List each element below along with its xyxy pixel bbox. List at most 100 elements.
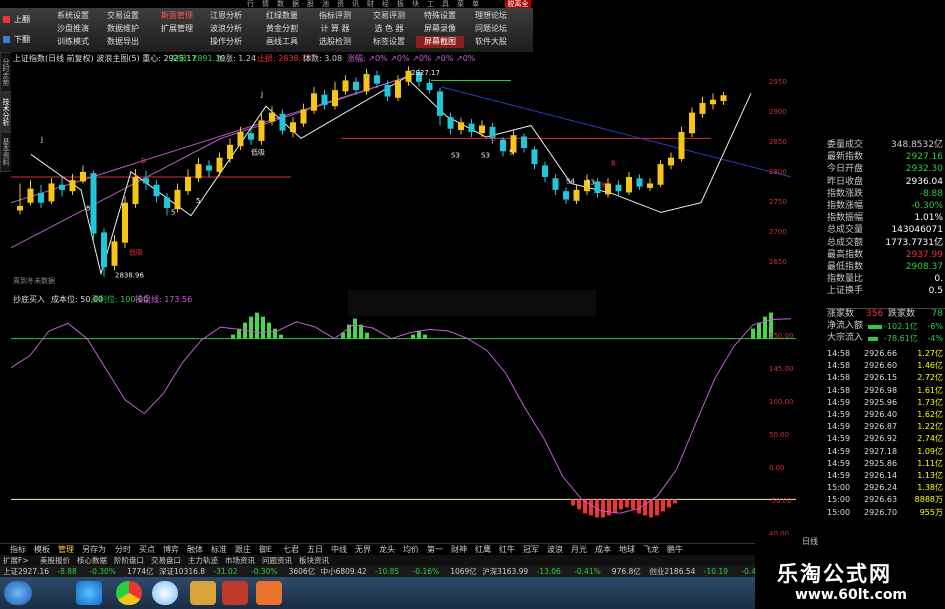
toolbar-button[interactable]: 交易评测 [365,10,413,22]
menu-item[interactable]: 股 [307,0,314,8]
indicator-tab[interactable]: 均价 [403,544,419,555]
toolbar-button[interactable]: 计 算 器 [310,23,360,35]
indicator-tab[interactable]: 买点 [139,544,155,555]
toolbar-button[interactable]: 指标评测 [310,10,360,22]
secondary-tab[interactable]: 市场资讯 [225,555,255,566]
secondary-tab[interactable]: 阶阶盘口 [114,555,144,566]
secondary-tab[interactable]: 交易盘口 [151,555,181,566]
itunes-icon[interactable] [152,581,178,605]
toolbar-button[interactable]: 屏幕截图 [416,36,464,48]
indicator-tab[interactable]: 七君 [283,544,299,555]
indicator-tab[interactable]: 模板 [34,544,50,555]
menu-item[interactable]: 块 [412,0,419,8]
toolbar-button[interactable]: 标签设置 [365,36,413,48]
page-up-button[interactable]: 上翻 [0,10,46,30]
indicator-tab[interactable]: 分时 [115,544,131,555]
toolbar-button[interactable]: 选 色 器 [365,23,413,35]
menu-item[interactable]: 池 [322,0,329,8]
toolbar-button[interactable]: 训练模式 [50,36,96,48]
menu-item[interactable]: 经 [382,0,389,8]
indicator-axis-label: 100.00 [769,398,794,406]
indicator-tab[interactable]: 财神 [451,544,467,555]
toolbar-button[interactable]: 扩展管理 [153,23,201,35]
indicator-tab[interactable]: 跟庄 [235,544,251,555]
indicator-tab[interactable]: 融体 [187,544,203,555]
indicator-tab[interactable]: 第一 [427,544,443,555]
secondary-tab[interactable]: 扩展F> [3,555,29,566]
menu-item[interactable]: 板 [397,0,404,8]
period-label[interactable]: 日线 [802,536,818,547]
toolbar-button[interactable]: 系统设置 [50,10,96,22]
toolbar-button[interactable]: 斯面管理 [153,10,201,22]
indicator-tab[interactable]: 无界 [355,544,371,555]
secondary-tab[interactable]: 主力轨迹 [188,555,218,566]
menu-item[interactable]: 据 [292,0,299,8]
indicator-chart[interactable]: 抄底买入 成本位: 50.00 买利位: 100.00 操盘线: 173.56 150… [11,290,796,535]
indicator-tab[interactable]: 红鹰 [475,544,491,555]
signal-bar [601,499,605,518]
indicator-tab[interactable]: 月光 [571,544,587,555]
indicator-tab[interactable]: 波浪 [547,544,563,555]
indicator-tab[interactable]: 飞龙 [643,544,659,555]
start-orb-icon[interactable] [4,581,32,605]
secondary-tab[interactable]: 问题资讯 [262,555,292,566]
menu-item[interactable]: 财 [367,0,374,8]
toolbar-button[interactable]: 特殊设置 [416,10,464,22]
menu-item[interactable]: 情 [262,0,269,8]
secondary-tab[interactable]: 核心数据 [77,555,107,566]
indicator-tab[interactable]: 地球 [619,544,635,555]
toolbar-button[interactable]: 软件大股 [467,36,515,48]
toolbar-button[interactable]: 沙盘推演 [50,23,96,35]
indicator-tab[interactable]: 鹏牛 [667,544,683,555]
indicator-tab[interactable]: 红牛 [499,544,515,555]
toolbar-button[interactable]: 选股检测 [310,36,360,48]
indicator-tab[interactable]: 御E [259,544,272,555]
menu-item[interactable]: 资 [337,0,344,8]
menu-item[interactable]: 数 [277,0,284,8]
indicator-tab[interactable]: 指标 [10,544,26,555]
secondary-tab[interactable]: 美股报价 [40,555,70,566]
indicator-tab[interactable]: 管理 [58,544,74,555]
stock-app-icon[interactable] [222,581,248,605]
toolbar-button[interactable]: 波浪分析 [204,23,248,35]
menu-item[interactable]: 行 [247,0,254,8]
indicator-axis-label: 0.00 [769,464,785,472]
indicator-tab[interactable]: 成本 [595,544,611,555]
indicator-tab[interactable]: 标准 [211,544,227,555]
toolbar-button[interactable]: 交易设置 [98,10,148,22]
toolbar-button[interactable]: 屏幕录像 [416,23,464,35]
menu-item[interactable]: 菜 [457,0,464,8]
toolbar-button[interactable]: 数据导出 [98,36,148,48]
toolbar-button[interactable]: 黄金分割 [258,23,306,35]
menu-item[interactable]: 工 [427,0,434,8]
toolbar-button[interactable]: 数据维护 [98,23,148,35]
toolbar-button[interactable]: 江恩分析 [204,10,248,22]
menu-item[interactable]: 单 [472,0,479,8]
toolbar-button[interactable]: 画线工具 [258,36,306,48]
secondary-tab[interactable]: 板块资讯 [299,555,329,566]
toolbar-button[interactable]: 红绿数量 [258,10,306,22]
windows-taskbar [0,577,755,609]
candlestick-chart[interactable]: 上证指数(日线 前复权) 波浪主图(5) 重心: 2925.17 突破: 289… [11,52,796,290]
toolbar-button[interactable]: 理想论坛 [467,10,515,22]
toolbar-button[interactable]: 操作分析 [204,36,248,48]
indicator-tab[interactable]: 另存为 [82,544,106,555]
indicator-tab[interactable]: 五日 [307,544,323,555]
ie-icon[interactable] [76,581,102,605]
page-down-button[interactable]: 下翻 [0,30,46,50]
app-icon[interactable] [190,581,216,605]
status-item: 创业2186.54 [649,567,696,576]
toolbar-button[interactable]: 问题论坛 [467,23,515,35]
chrome-icon[interactable] [116,581,142,605]
indicator-tab[interactable]: 龙头 [379,544,395,555]
office-icon[interactable] [256,581,282,605]
chart-footnote: 周到冬未数据 [13,277,55,285]
quote-row: 今日开盘 2932.30 [827,164,943,175]
indicator-tab[interactable]: 冠军 [523,544,539,555]
menu-item[interactable]: 具 [442,0,449,8]
block-inflow-row: 大宗流入 -78.61亿 -4% [827,333,943,343]
indicator-tab[interactable]: 博弈 [163,544,179,555]
menu-item[interactable]: 讯 [352,0,359,8]
indicator-tab[interactable]: 中线 [331,544,347,555]
close-button[interactable]: 脱离全 [505,0,531,8]
